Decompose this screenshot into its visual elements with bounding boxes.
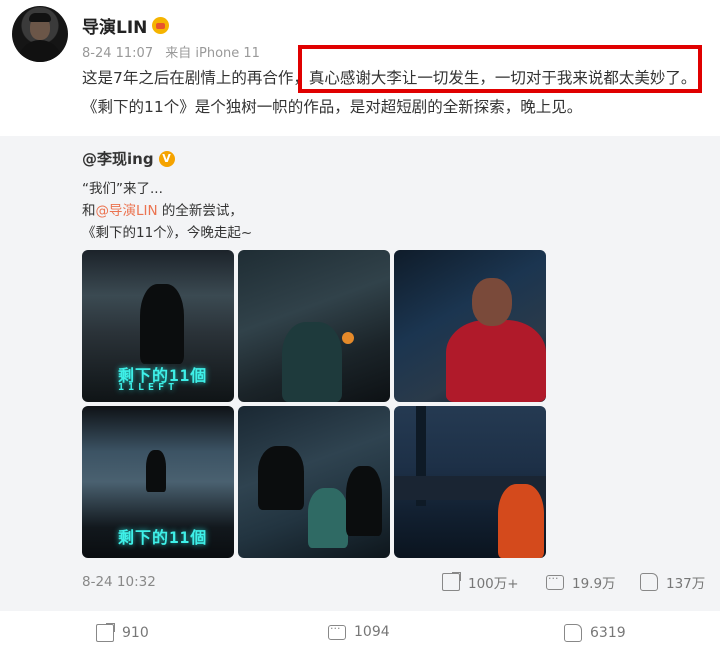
like-button[interactable]: 6319 <box>564 624 626 642</box>
vip-crown-icon <box>152 17 170 34</box>
image-thumbnail-1[interactable]: 剩下的11個 11LEFT <box>82 250 234 402</box>
share-icon <box>96 623 115 642</box>
post-meta: 8-24 11:07 来自 iPhone 11 <box>82 42 268 61</box>
repost-author[interactable]: @李现ing V <box>82 148 175 169</box>
highlight-annotation-box <box>298 45 702 93</box>
repost-comment-button[interactable]: 19.9万 <box>546 572 616 592</box>
verified-badge-icon: V <box>158 150 175 167</box>
comment-button[interactable]: 1094 <box>328 622 390 640</box>
comment-icon <box>328 622 346 640</box>
repost-line-3: 《剩下的11个》，今晚走起~ <box>82 225 253 241</box>
image-thumbnail-3[interactable] <box>394 250 546 402</box>
thumbs-up-icon <box>564 624 582 642</box>
mention-link[interactable]: @导演LIN <box>96 203 158 219</box>
image-grid: 剩下的11個 11LEFT 剩下的11個 <box>82 250 548 558</box>
repost-line-2: 和@导演LIN 的全新尝试， <box>82 203 243 219</box>
image-thumbnail-4[interactable]: 剩下的11個 <box>82 406 234 558</box>
author-avatar[interactable] <box>12 6 68 62</box>
post-source: 来自 iPhone 11 <box>165 46 260 61</box>
image-thumbnail-6[interactable] <box>394 406 546 558</box>
repost-like-button[interactable]: 137万 <box>640 572 705 592</box>
post-footer: 910 1094 6319 <box>0 622 720 650</box>
repost-date[interactable]: 8-24 10:32 <box>82 574 156 590</box>
share-icon <box>442 572 461 591</box>
thumbs-up-icon <box>640 573 658 591</box>
image-thumbnail-5[interactable] <box>238 406 390 558</box>
repost-line-1: “我们”来了... <box>82 181 163 197</box>
author-name[interactable]: 导演LIN <box>82 13 170 38</box>
share-button[interactable]: 910 <box>96 623 149 642</box>
repost-share-button[interactable]: 100万+ <box>442 572 519 592</box>
image-thumbnail-2[interactable] <box>238 250 390 402</box>
comment-icon <box>546 572 564 590</box>
post-time[interactable]: 8-24 11:07 <box>82 46 153 61</box>
